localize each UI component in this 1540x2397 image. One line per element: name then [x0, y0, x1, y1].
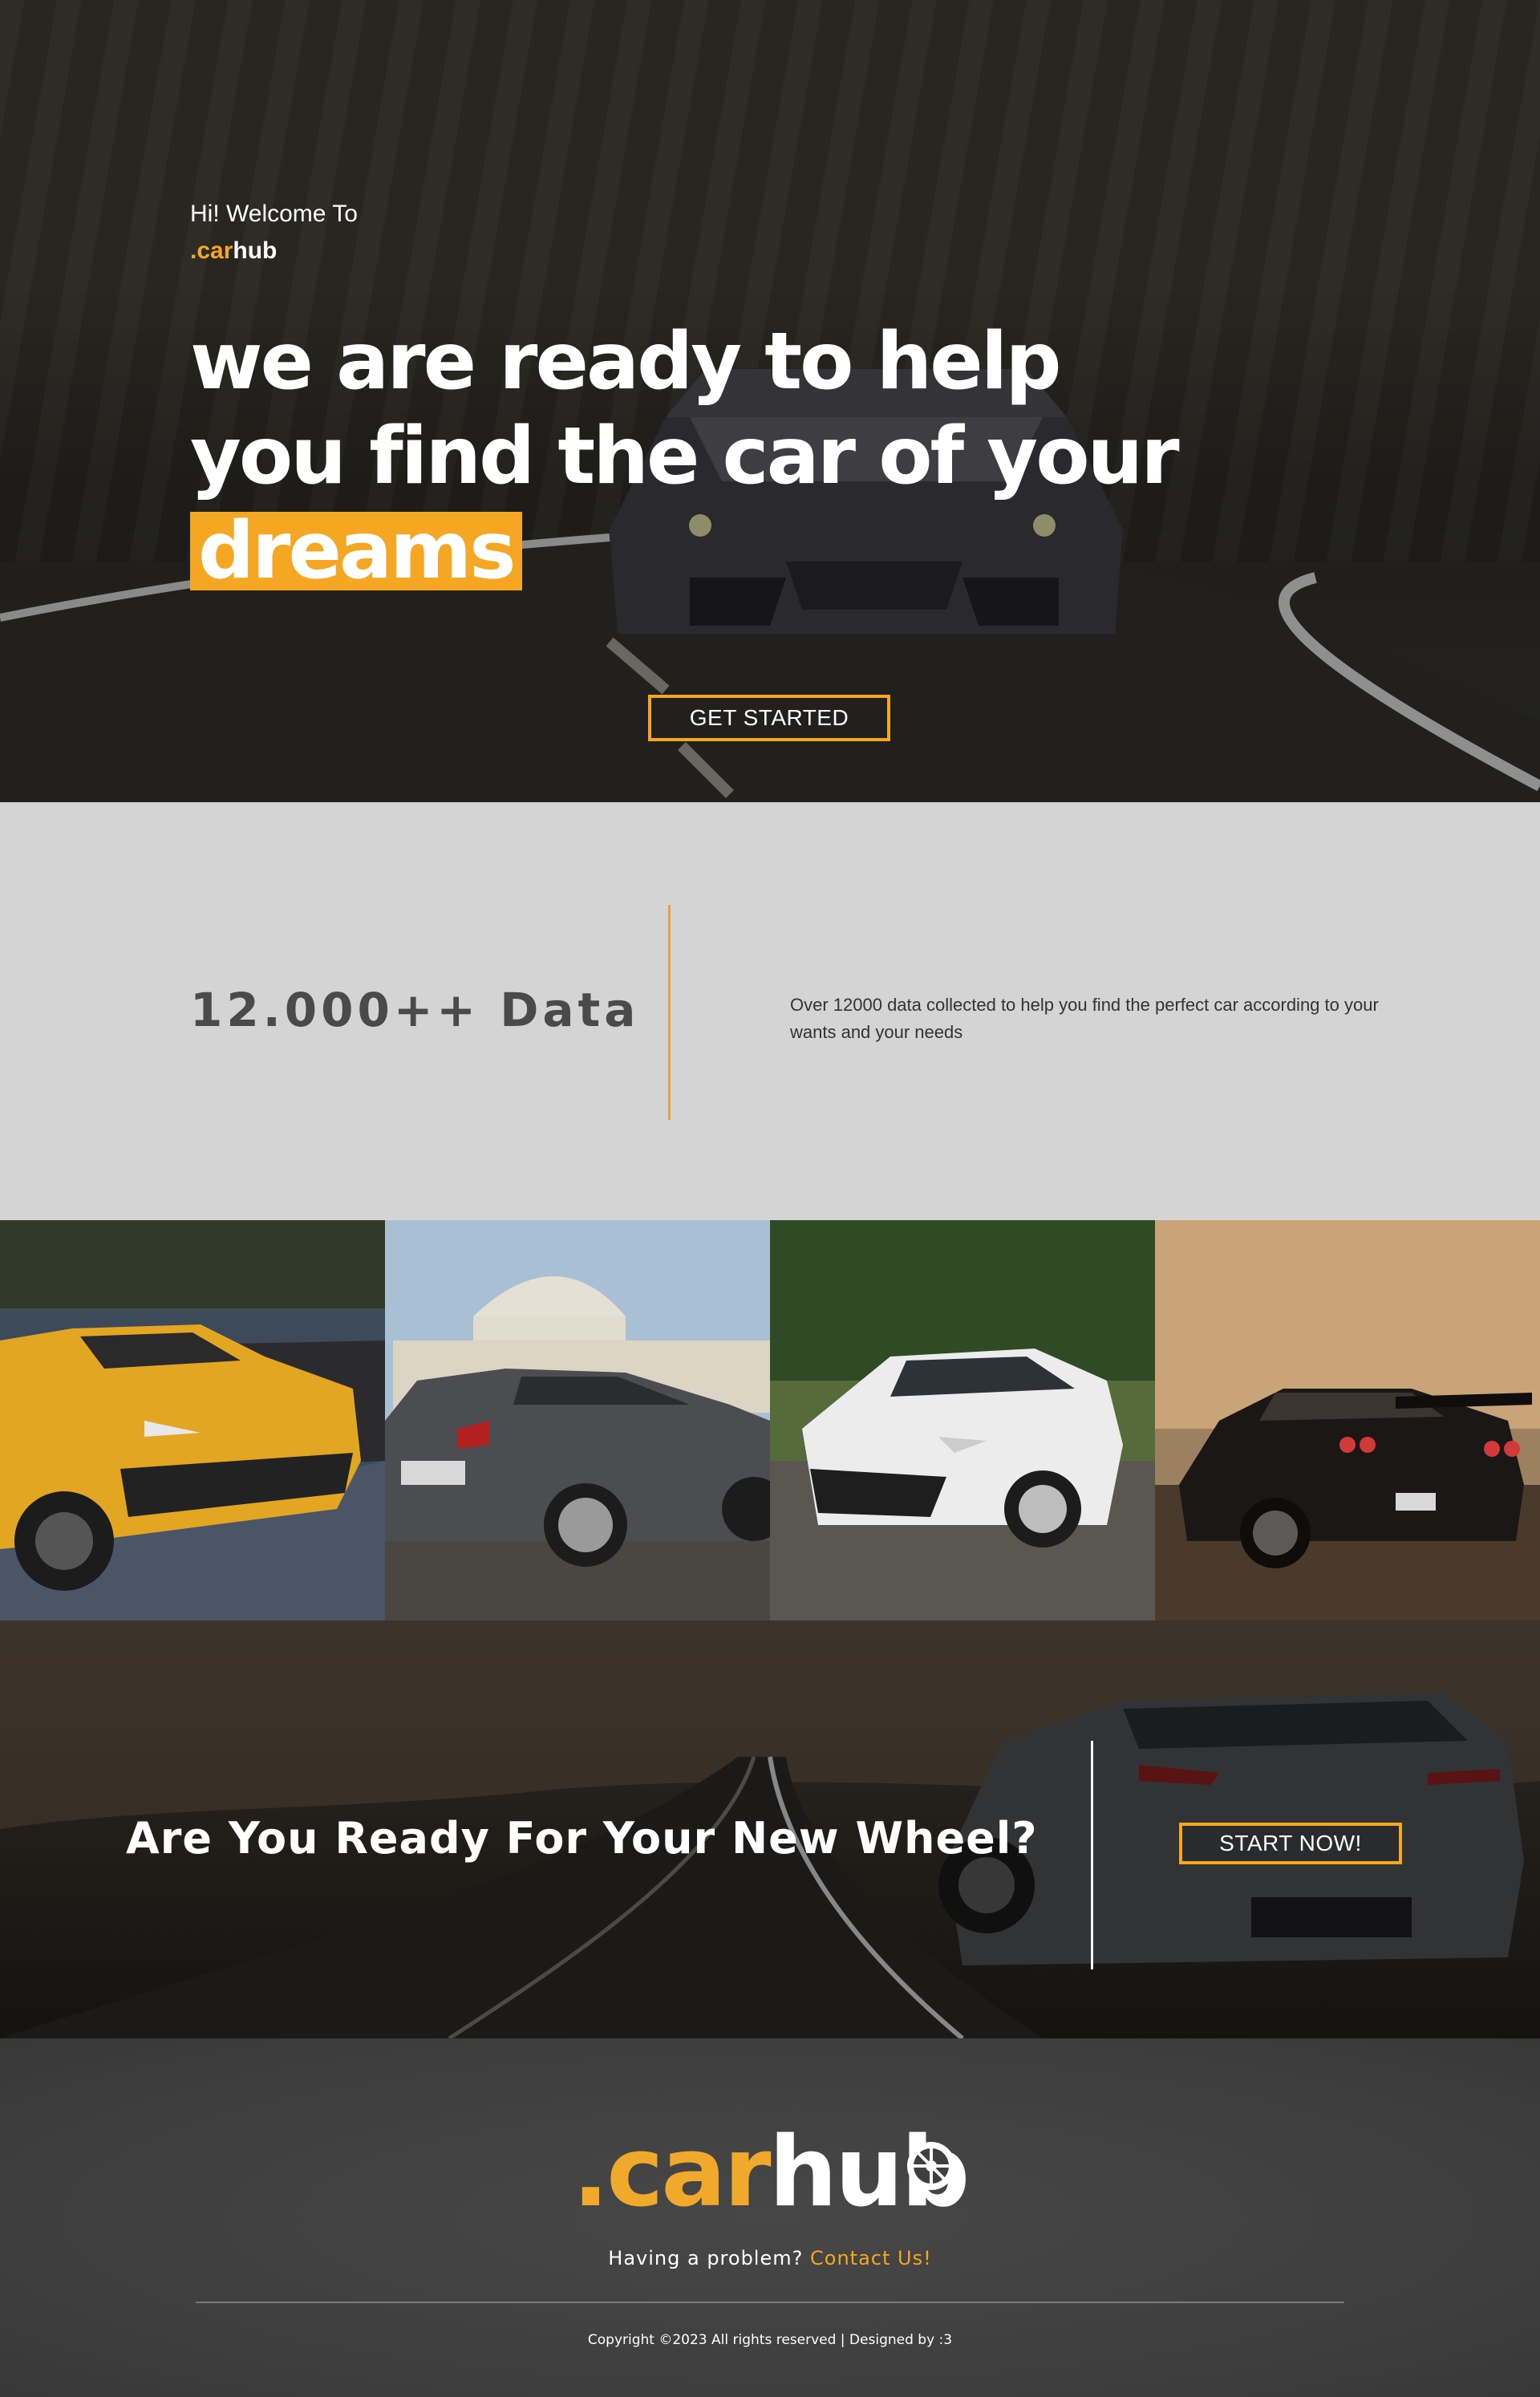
brand-logo-small[interactable]: .carhub: [190, 237, 277, 265]
car-wheel-icon: [907, 2142, 955, 2190]
headline-highlight: dreams: [190, 512, 522, 590]
get-started-button[interactable]: GET STARTED: [648, 695, 890, 741]
cta-divider: [1091, 1741, 1093, 1969]
car-gallery: [0, 1220, 1540, 1620]
stats-title: 12.000++ Data: [190, 983, 640, 1037]
footer-brand-logo[interactable]: .carhub: [0, 2117, 1540, 2229]
headline-line-2: you find the car of your: [190, 411, 1180, 502]
cta-heading: Are You Ready For Your New Wheel?: [126, 1813, 1038, 1864]
gallery-image-grey-sedan: [385, 1220, 770, 1620]
footer-help: Having a problem? Contact Us!: [0, 2247, 1540, 2269]
hero-section: Hi! Welcome To .carhub we are ready to h…: [0, 0, 1540, 802]
stats-description: Over 12000 data collected to help you fi…: [790, 995, 1379, 1042]
hero-headline: we are ready to help you find the car of…: [190, 314, 1233, 598]
welcome-text: Hi! Welcome To: [190, 201, 358, 227]
help-text: Having a problem?: [608, 2247, 804, 2269]
stats-divider: [668, 905, 671, 1120]
gallery-image-gtr: [1155, 1220, 1540, 1620]
footer: .carhub Having a problem? Contact Us! Co…: [0, 2038, 1540, 2397]
contact-us-link[interactable]: Contact Us!: [810, 2247, 932, 2269]
stats-section: 12.000++ Data Over 12000 data collected …: [0, 802, 1540, 1220]
footer-divider: [196, 2302, 1344, 2303]
gallery-image-white-sedan: [770, 1220, 1155, 1620]
gallery-image-yellow-suv: [0, 1220, 385, 1620]
start-now-button[interactable]: START NOW!: [1179, 1823, 1402, 1864]
headline-line-1: we are ready to help: [190, 316, 1062, 408]
cta-section: Are You Ready For Your New Wheel? START …: [0, 1620, 1540, 2038]
copyright-text: Copyright ©2023 All rights reserved | De…: [587, 2332, 953, 2348]
